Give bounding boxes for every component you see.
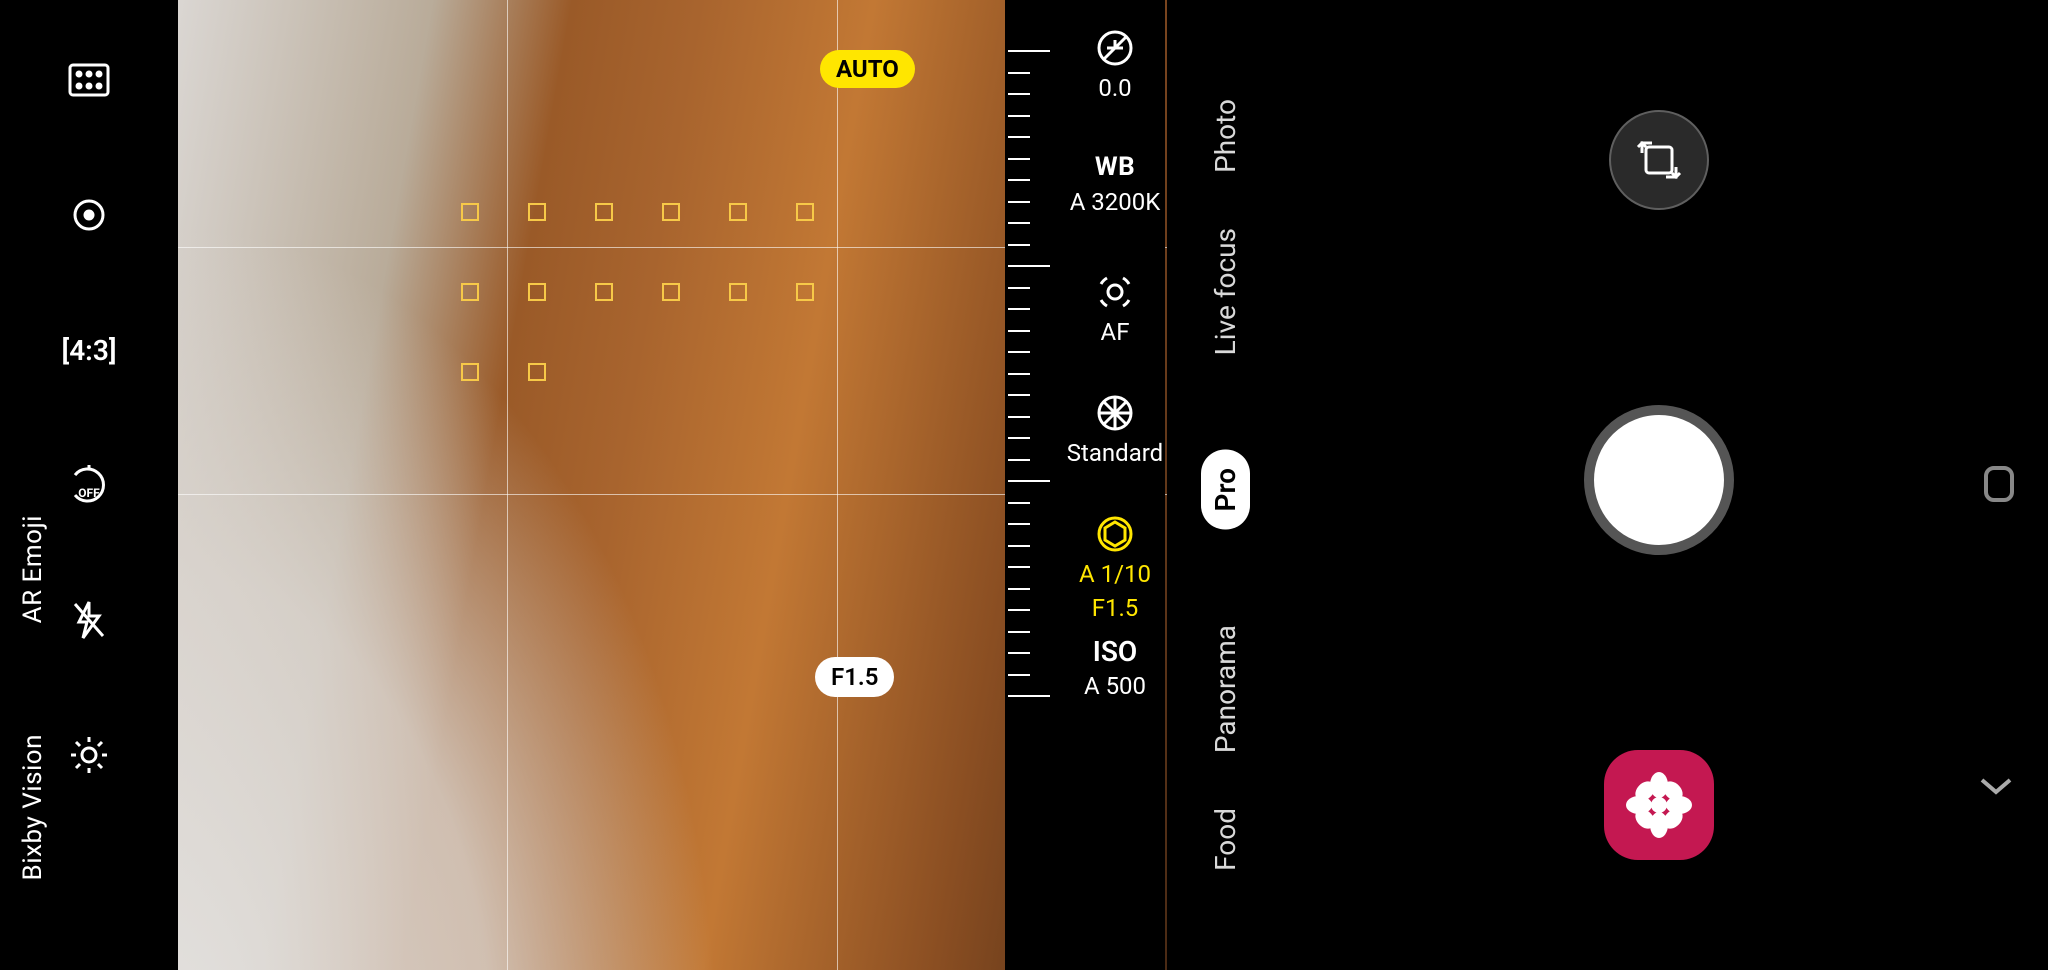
right-controls <box>1270 0 2048 970</box>
left-feature-labels: AR Emoji Bixby Vision <box>18 0 48 970</box>
mode-food[interactable]: Food <box>1209 808 1242 871</box>
gallery-grid-icon[interactable] <box>64 55 114 105</box>
iso-value: A 500 <box>1084 672 1146 700</box>
switch-camera-button[interactable] <box>1609 110 1709 210</box>
ar-emoji-button[interactable]: AR Emoji <box>18 515 48 623</box>
aperture-setting[interactable]: A 1/10 F1.5 <box>1060 514 1170 622</box>
gridline <box>837 0 838 970</box>
iso-label: ISO <box>1093 635 1137 668</box>
aperture-badge[interactable]: F1.5 <box>815 657 894 697</box>
autofocus-grid <box>461 203 816 383</box>
target-icon[interactable] <box>64 190 114 240</box>
flower-icon <box>1624 770 1694 840</box>
mode-photo[interactable]: Photo <box>1209 99 1242 173</box>
flash-off-icon[interactable] <box>64 595 114 645</box>
bixby-vision-button[interactable]: Bixby Vision <box>18 734 48 880</box>
mode-rail[interactable]: Photo Live focus Pro Panorama Food <box>1190 0 1260 970</box>
iso-setting[interactable]: ISO A 500 <box>1060 635 1170 700</box>
aspect-ratio-button[interactable]: [4:3] <box>62 325 117 375</box>
filter-value: Standard <box>1067 439 1163 467</box>
exposure-setting[interactable]: 0.0 <box>1060 28 1170 102</box>
mode-panorama[interactable]: Panorama <box>1209 625 1242 753</box>
camera-app: AR Emoji Bixby Vision [4:3] OFF <box>0 0 2048 970</box>
expand-modes-button[interactable] <box>1978 776 2014 802</box>
settings-gear-icon[interactable] <box>64 730 114 780</box>
shutter-button[interactable] <box>1584 405 1734 555</box>
shutter-scale[interactable] <box>1008 50 1056 705</box>
filter-setting[interactable]: Standard <box>1060 393 1170 467</box>
auto-mode-badge[interactable]: AUTO <box>820 50 915 88</box>
timer-off-label: OFF <box>78 486 99 500</box>
exposure-value: 0.0 <box>1098 74 1131 102</box>
aperture-line1: A 1/10 <box>1079 560 1151 588</box>
device-notch <box>1984 466 2014 502</box>
aperture-line2: F1.5 <box>1092 594 1139 622</box>
aspect-ratio-value: 4:3 <box>69 334 109 367</box>
mode-pro[interactable]: Pro <box>1201 450 1250 530</box>
left-icon-stack: [4:3] OFF <box>62 55 117 780</box>
wb-label: WB <box>1095 152 1135 182</box>
wb-value: A 3200K <box>1070 188 1161 216</box>
white-balance-setting[interactable]: WB A 3200K <box>1060 152 1170 216</box>
gridline <box>507 0 508 970</box>
focus-setting[interactable]: AF <box>1060 272 1170 346</box>
mode-live-focus[interactable]: Live focus <box>1209 228 1242 355</box>
gallery-thumbnail-button[interactable] <box>1604 750 1714 860</box>
focus-value: AF <box>1101 318 1130 346</box>
chevron-down-icon <box>1978 776 2014 798</box>
pro-settings-column: 0.0 WB A 3200K AF Standard A 1/10 F1.5 I… <box>1005 0 1165 970</box>
left-toolbar: AR Emoji Bixby Vision [4:3] OFF <box>0 0 178 970</box>
timer-off-icon[interactable]: OFF <box>64 460 114 510</box>
switch-camera-icon <box>1632 133 1686 187</box>
